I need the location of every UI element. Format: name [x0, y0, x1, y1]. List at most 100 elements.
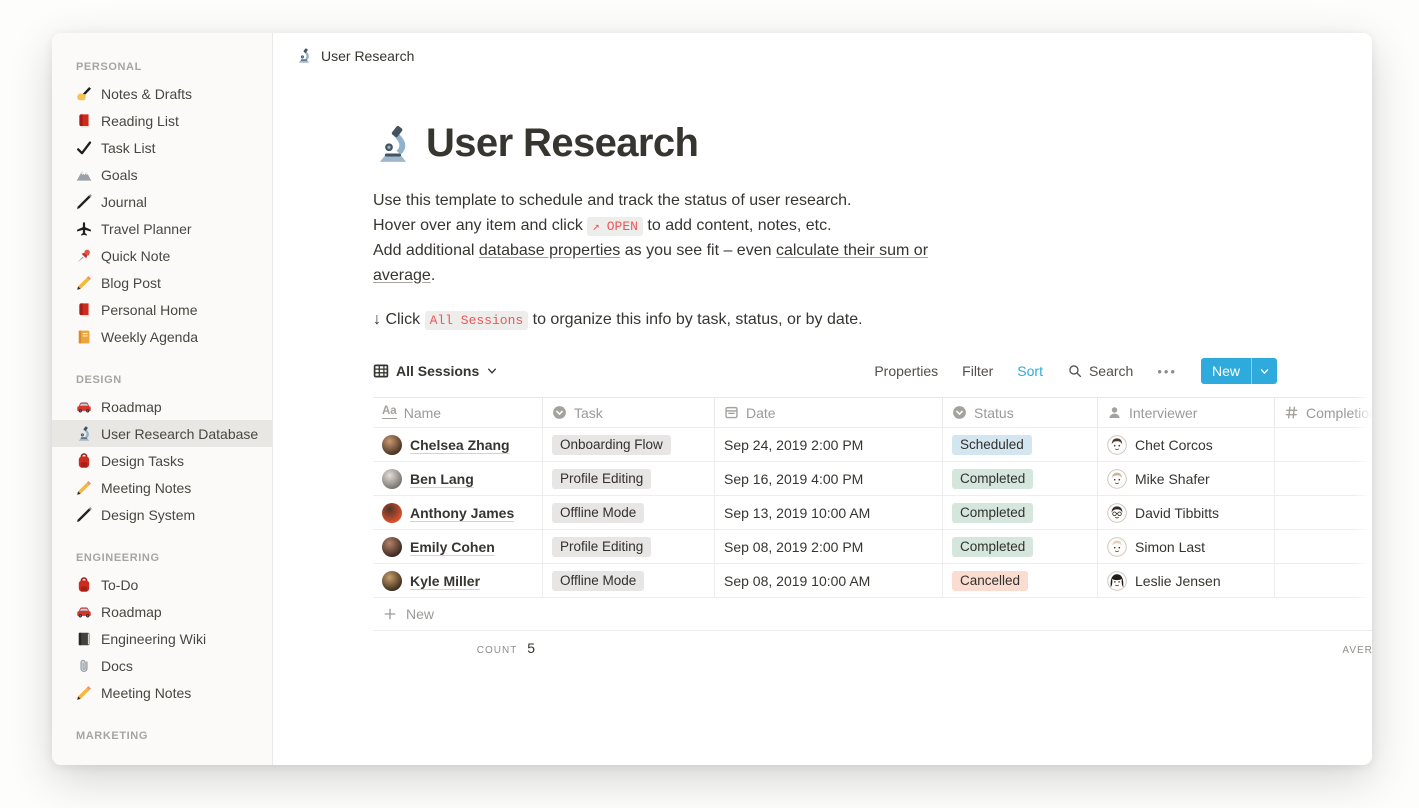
date-value: Sep 24, 2019 2:00 PM — [724, 437, 863, 453]
breadcrumb-title[interactable]: User Research — [321, 48, 414, 64]
sidebar-item-meeting-notes-engineering[interactable]: Meeting Notes — [52, 679, 272, 706]
description-text: . — [431, 267, 435, 284]
sort-button[interactable]: Sort — [1017, 363, 1043, 379]
cell-status[interactable]: Scheduled — [943, 428, 1098, 461]
column-header-completion[interactable]: Completion — [1275, 398, 1372, 427]
sidebar-item-journal[interactable]: Journal — [52, 188, 272, 215]
database-properties-link[interactable]: database properties — [479, 242, 620, 259]
sidebar-item-roadmap-engineering[interactable]: Roadmap — [52, 598, 272, 625]
column-header-status[interactable]: Status — [943, 398, 1098, 427]
status-tag[interactable]: Completed — [952, 537, 1033, 557]
cell-date[interactable]: Sep 13, 2019 10:00 AM — [715, 496, 943, 529]
cell-status[interactable]: Cancelled — [943, 564, 1098, 597]
page-link[interactable]: Chelsea Zhang — [410, 437, 510, 453]
cell-date[interactable]: Sep 24, 2019 2:00 PM — [715, 428, 943, 461]
cell-task[interactable]: Onboarding Flow — [543, 428, 715, 461]
sidebar-item-blog-post[interactable]: Blog Post — [52, 269, 272, 296]
column-header-date[interactable]: Date — [715, 398, 943, 427]
cell-completion[interactable] — [1275, 530, 1372, 563]
cell-task[interactable]: Profile Editing — [543, 530, 715, 563]
cell-interviewer[interactable]: Simon Last — [1098, 530, 1275, 563]
microscope-icon — [296, 48, 312, 64]
cell-name[interactable]: Chelsea Zhang — [373, 428, 543, 461]
cell-date[interactable]: Sep 16, 2019 4:00 PM — [715, 462, 943, 495]
new-button[interactable]: New — [1201, 358, 1277, 384]
microscope-icon[interactable] — [373, 125, 413, 165]
sidebar-item-label: Quick Note — [101, 248, 170, 264]
add-row-button[interactable]: New — [373, 598, 1372, 631]
page-link[interactable]: Ben Lang — [410, 471, 474, 487]
cell-completion[interactable] — [1275, 462, 1372, 495]
sidebar-item-reading-list[interactable]: Reading List — [52, 107, 272, 134]
database-table: AaName Task Date Status Interviewer Comp… — [373, 397, 1372, 665]
cell-name[interactable]: Anthony James — [373, 496, 543, 529]
cell-task[interactable]: Profile Editing — [543, 462, 715, 495]
task-tag[interactable]: Profile Editing — [552, 469, 651, 489]
sidebar-item-meeting-notes-design[interactable]: Meeting Notes — [52, 474, 272, 501]
page-title-text[interactable]: User Research — [426, 121, 698, 165]
sidebar-item-goals[interactable]: Goals — [52, 161, 272, 188]
cell-interviewer[interactable]: Leslie Jensen — [1098, 564, 1275, 597]
task-tag[interactable]: Profile Editing — [552, 537, 651, 557]
task-tag[interactable]: Onboarding Flow — [552, 435, 671, 455]
all-sessions-chip[interactable]: All Sessions — [425, 311, 529, 330]
sidebar-section-engineering: ENGINEERING To-Do Roadmap Engineering Wi… — [52, 546, 272, 706]
cell-interviewer[interactable]: Chet Corcos — [1098, 428, 1275, 461]
properties-button[interactable]: Properties — [874, 363, 938, 379]
average-calculation[interactable]: AVERAGE — [1275, 640, 1372, 656]
page-link[interactable]: Kyle Miller — [410, 573, 480, 589]
sidebar-item-docs[interactable]: Docs — [52, 652, 272, 679]
cell-completion[interactable] — [1275, 564, 1372, 597]
sidebar-item-task-list[interactable]: Task List — [52, 134, 272, 161]
more-options-icon[interactable]: ••• — [1157, 364, 1177, 379]
cell-interviewer[interactable]: David Tibbitts — [1098, 496, 1275, 529]
column-header-name[interactable]: AaName — [373, 398, 543, 427]
search-button[interactable]: Search — [1067, 363, 1133, 379]
sidebar-item-design-system[interactable]: Design System — [52, 501, 272, 528]
breadcrumb[interactable]: User Research — [273, 33, 1372, 79]
page-link[interactable]: Anthony James — [410, 505, 514, 521]
count-calculation[interactable]: COUNT 5 — [373, 640, 543, 656]
status-tag[interactable]: Scheduled — [952, 435, 1032, 455]
status-tag[interactable]: Completed — [952, 469, 1033, 489]
cell-completion[interactable] — [1275, 496, 1372, 529]
sidebar-item-to-do[interactable]: To-Do — [52, 571, 272, 598]
status-tag[interactable]: Cancelled — [952, 571, 1028, 591]
sidebar-item-travel-planner[interactable]: Travel Planner — [52, 215, 272, 242]
table-view-icon — [373, 363, 389, 379]
cell-name[interactable]: Emily Cohen — [373, 530, 543, 563]
sidebar-item-roadmap-design[interactable]: Roadmap — [52, 393, 272, 420]
page-link[interactable]: Emily Cohen — [410, 539, 495, 555]
sidebar-item-design-tasks[interactable]: Design Tasks — [52, 447, 272, 474]
cell-date[interactable]: Sep 08, 2019 10:00 AM — [715, 564, 943, 597]
new-button-label[interactable]: New — [1201, 358, 1251, 384]
cell-interviewer[interactable]: Mike Shafer — [1098, 462, 1275, 495]
microscope-icon — [76, 426, 92, 442]
column-header-task[interactable]: Task — [543, 398, 715, 427]
cell-status[interactable]: Completed — [943, 462, 1098, 495]
status-tag[interactable]: Completed — [952, 503, 1033, 523]
cell-task[interactable]: Offline Mode — [543, 496, 715, 529]
cell-status[interactable]: Completed — [943, 530, 1098, 563]
cell-status[interactable]: Completed — [943, 496, 1098, 529]
cell-task[interactable]: Offline Mode — [543, 564, 715, 597]
cell-name[interactable]: Kyle Miller — [373, 564, 543, 597]
sidebar-item-personal-home[interactable]: Personal Home — [52, 296, 272, 323]
view-switcher[interactable]: All Sessions — [373, 363, 498, 379]
task-tag[interactable]: Offline Mode — [552, 503, 644, 523]
cell-completion[interactable] — [1275, 428, 1372, 461]
column-header-interviewer[interactable]: Interviewer — [1098, 398, 1275, 427]
cell-name[interactable]: Ben Lang — [373, 462, 543, 495]
sidebar-item-user-research-database[interactable]: User Research Database — [52, 420, 272, 447]
database-toolbar: All Sessions Properties Filter Sort Sear… — [373, 355, 1277, 387]
task-tag[interactable]: Offline Mode — [552, 571, 644, 591]
sidebar-item-notes-drafts[interactable]: Notes & Drafts — [52, 80, 272, 107]
open-chip[interactable]: ↗ OPEN — [587, 217, 643, 236]
sidebar-item-weekly-agenda[interactable]: Weekly Agenda — [52, 323, 272, 350]
sidebar-item-quick-note[interactable]: Quick Note — [52, 242, 272, 269]
sidebar-item-engineering-wiki[interactable]: Engineering Wiki — [52, 625, 272, 652]
cell-date[interactable]: Sep 08, 2019 2:00 PM — [715, 530, 943, 563]
column-label: Completion — [1306, 405, 1372, 421]
new-button-dropdown[interactable] — [1251, 358, 1277, 384]
filter-button[interactable]: Filter — [962, 363, 993, 379]
